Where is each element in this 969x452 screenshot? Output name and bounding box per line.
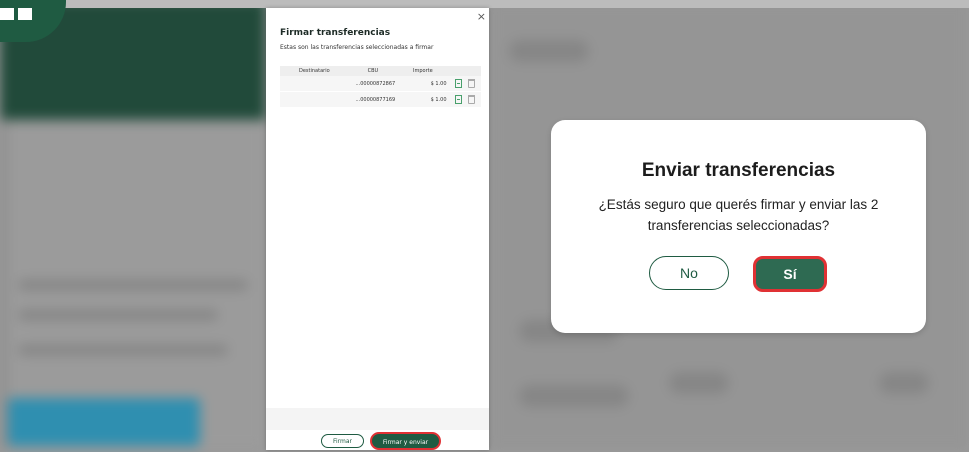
document-icon[interactable] (454, 95, 462, 104)
cell-importe: $ 1.00 (397, 76, 449, 92)
cell-actions (448, 91, 481, 108)
top-bar (0, 0, 969, 8)
background-pill (519, 385, 629, 407)
drawer-footer-band (266, 408, 489, 430)
confirm-dialog: Enviar transferencias ¿Estás seguro que … (551, 120, 926, 333)
background-row (18, 310, 218, 320)
no-button[interactable]: No (649, 256, 729, 290)
cell-destinatario (280, 76, 349, 92)
background-pill (509, 40, 589, 62)
background-pill (669, 372, 729, 394)
background-pill (879, 372, 929, 394)
column-header-actions (448, 66, 481, 76)
si-button[interactable]: Sí (753, 256, 827, 292)
background-row (18, 345, 228, 355)
cell-cbu: ...00000877169 (348, 91, 398, 108)
dialog-title: Enviar transferencias (641, 160, 836, 181)
drawer-title: Firmar transferencias (280, 28, 391, 38)
firmar-drawer: × Firmar transferencias Estas son las tr… (266, 8, 489, 450)
dialog-message: ¿Estás seguro que querés firmar y enviar… (598, 197, 879, 233)
background-row (18, 280, 248, 290)
close-icon[interactable]: × (477, 10, 486, 23)
background-button (8, 398, 200, 446)
drawer-subtitle: Estas son las transferencias seleccionad… (280, 44, 434, 51)
trash-icon[interactable] (467, 95, 475, 104)
column-header-destinatario: Destinatario (280, 66, 349, 76)
firmar-y-enviar-button[interactable]: Firmar y enviar (370, 432, 441, 450)
document-icon[interactable] (454, 79, 462, 88)
cell-destinatario (280, 91, 349, 108)
column-header-importe: Importe (397, 66, 449, 76)
table-row: ...00000872867 $ 1.00 (280, 76, 481, 92)
table-header-row: Destinatario CBU Importe (280, 66, 481, 76)
table-row: ...00000877169 $ 1.00 (280, 91, 481, 108)
transfers-table: Destinatario CBU Importe ...00000872867 … (280, 66, 481, 108)
column-header-cbu: CBU (348, 66, 398, 76)
cell-importe: $ 1.00 (397, 91, 449, 108)
cell-actions (448, 76, 481, 92)
cell-cbu: ...00000872867 (348, 76, 398, 92)
firmar-button[interactable]: Firmar (321, 434, 364, 448)
trash-icon[interactable] (467, 79, 475, 88)
background-left-panel (0, 0, 266, 450)
